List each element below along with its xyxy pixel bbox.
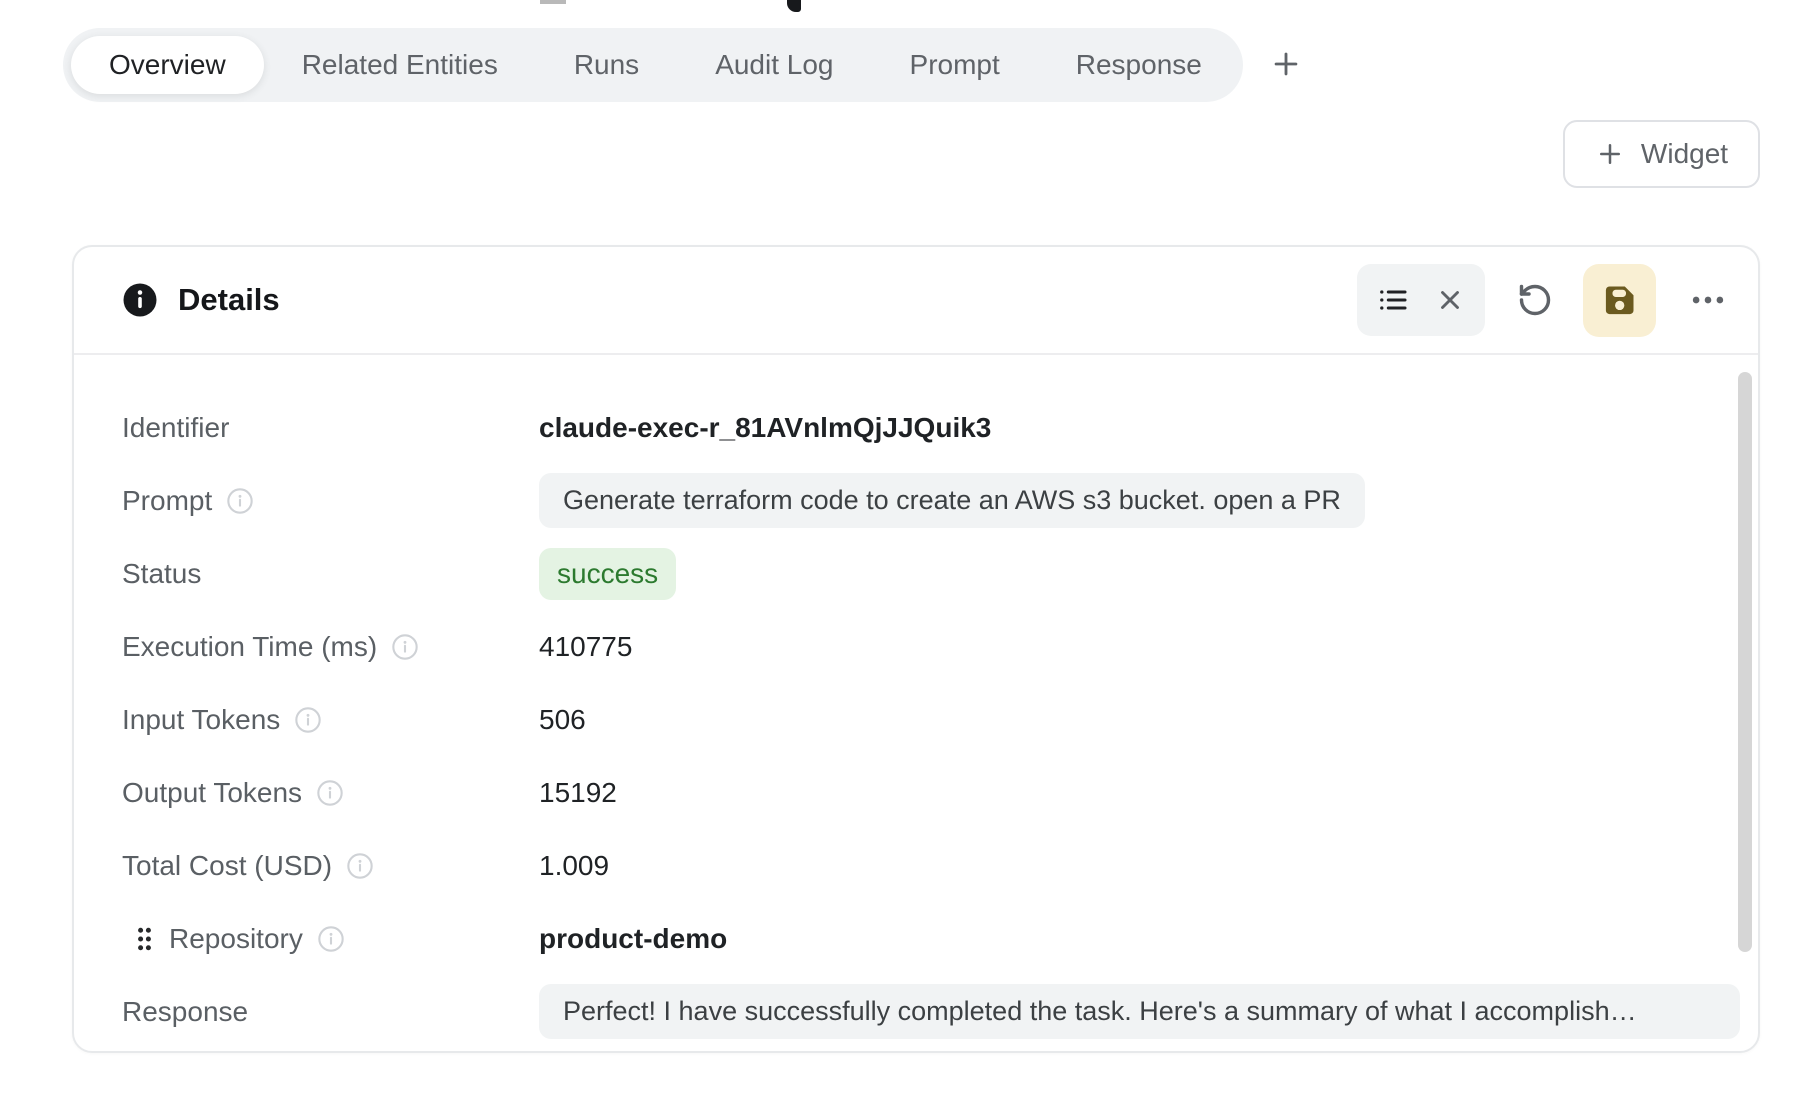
- card-scrollbar-thumb[interactable]: [1738, 372, 1752, 952]
- widget-button-label: Widget: [1641, 138, 1728, 170]
- detail-row-output-tokens: Output Tokens 15192: [122, 756, 1758, 829]
- tab-runs[interactable]: Runs: [536, 36, 677, 94]
- repository-value: product-demo: [539, 923, 727, 955]
- row-label: Output Tokens: [122, 777, 302, 809]
- info-icon[interactable]: [294, 706, 322, 734]
- tab-bar: Overview Related Entities Runs Audit Log…: [63, 28, 1243, 102]
- plus-icon: [1595, 139, 1625, 169]
- info-icon[interactable]: [226, 487, 254, 515]
- detail-row-total-cost: Total Cost (USD) 1.009: [122, 829, 1758, 902]
- row-label: Identifier: [122, 412, 229, 444]
- input-tokens-value: 506: [539, 704, 586, 736]
- details-card-header: Details: [74, 247, 1758, 355]
- row-label: Execution Time (ms): [122, 631, 377, 663]
- add-tab-button[interactable]: [1262, 40, 1310, 88]
- tab-overview[interactable]: Overview: [71, 36, 264, 94]
- add-widget-button[interactable]: Widget: [1563, 120, 1760, 188]
- drag-handle-icon[interactable]: [136, 926, 153, 952]
- row-label: Repository: [169, 923, 303, 955]
- save-icon[interactable]: [1583, 264, 1656, 337]
- list-icon[interactable]: [1377, 284, 1409, 316]
- clipped-title-fragment: [787, 0, 801, 12]
- info-filled-icon: [122, 282, 158, 318]
- detail-row-status: Status success: [122, 537, 1758, 610]
- detail-row-input-tokens: Input Tokens 506: [122, 683, 1758, 756]
- prompt-value[interactable]: Generate terraform code to create an AWS…: [539, 473, 1365, 528]
- info-icon[interactable]: [317, 925, 345, 953]
- card-toolbar: [1357, 264, 1730, 337]
- undo-icon[interactable]: [1517, 282, 1553, 318]
- info-icon[interactable]: [391, 633, 419, 661]
- details-card: Details: [72, 245, 1760, 1053]
- plus-icon: [1269, 47, 1303, 81]
- detail-row-execution-time: Execution Time (ms) 410775: [122, 610, 1758, 683]
- tab-prompt[interactable]: Prompt: [872, 36, 1038, 94]
- row-label: Total Cost (USD): [122, 850, 332, 882]
- card-title: Details: [178, 282, 280, 318]
- row-label: Response: [122, 996, 248, 1028]
- row-label: Input Tokens: [122, 704, 280, 736]
- detail-row-repository: Repository product-demo: [122, 902, 1758, 975]
- output-tokens-value: 15192: [539, 777, 617, 809]
- row-label: Prompt: [122, 485, 212, 517]
- info-icon[interactable]: [346, 852, 374, 880]
- detail-row-identifier: Identifier claude-exec-r_81AVnlmQjJJQuik…: [122, 391, 1758, 464]
- identifier-value: claude-exec-r_81AVnlmQjJJQuik3: [539, 412, 991, 444]
- response-value[interactable]: Perfect! I have successfully completed t…: [539, 984, 1740, 1039]
- details-card-body: Identifier claude-exec-r_81AVnlmQjJJQuik…: [74, 355, 1758, 1048]
- clipped-title-fragment: [540, 0, 566, 4]
- close-icon[interactable]: [1435, 285, 1465, 315]
- detail-row-prompt: Prompt Generate terraform code to create…: [122, 464, 1758, 537]
- tab-response[interactable]: Response: [1038, 36, 1240, 94]
- list-close-group: [1357, 264, 1485, 336]
- tab-related-entities[interactable]: Related Entities: [264, 36, 536, 94]
- tab-audit-log[interactable]: Audit Log: [677, 36, 871, 94]
- total-cost-value: 1.009: [539, 850, 609, 882]
- more-icon[interactable]: [1686, 281, 1730, 319]
- row-label: Status: [122, 558, 201, 590]
- info-icon[interactable]: [316, 779, 344, 807]
- detail-row-response: Response Perfect! I have successfully co…: [122, 975, 1758, 1048]
- execution-time-value: 410775: [539, 631, 632, 663]
- status-badge: success: [539, 548, 676, 600]
- page: Overview Related Entities Runs Audit Log…: [0, 0, 1806, 1112]
